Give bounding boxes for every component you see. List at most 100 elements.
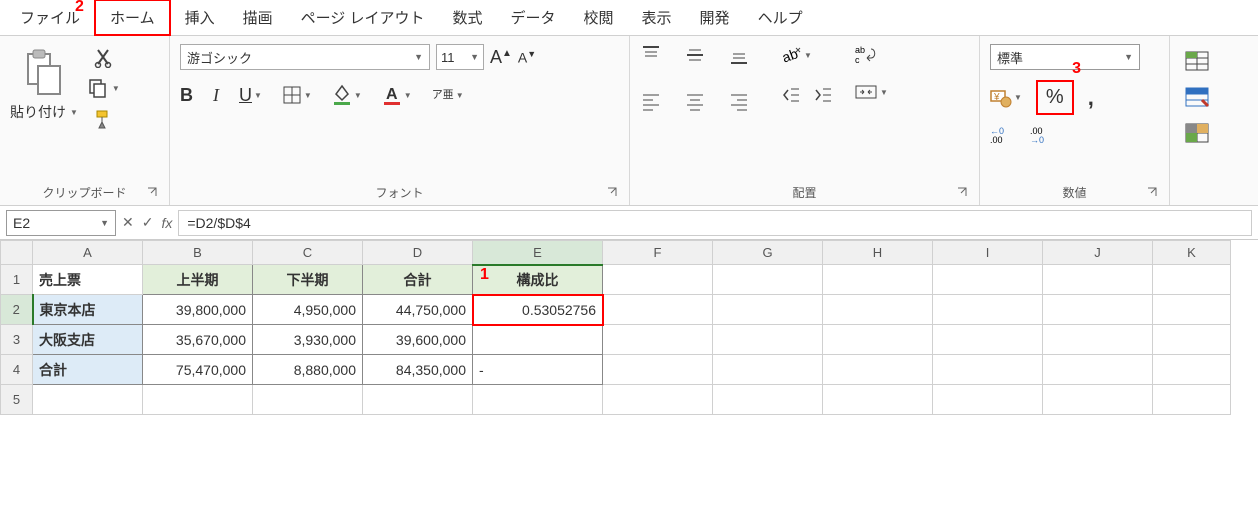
cell[interactable] [603,385,713,415]
cell-A2[interactable]: 東京本店 [33,295,143,325]
number-format-select[interactable]: 標準▼ [990,44,1140,70]
col-header[interactable]: A [33,241,143,265]
font-launcher-icon[interactable] [607,187,619,199]
decrease-decimal-icon[interactable]: .00→0 [1030,125,1056,143]
cell[interactable] [713,295,823,325]
cell-A4[interactable]: 合計 [33,355,143,385]
cell[interactable] [823,265,933,295]
cell-A1[interactable]: 売上票 [33,265,143,295]
copy-icon[interactable] [88,78,108,98]
cell[interactable] [933,325,1043,355]
format-painter-icon[interactable] [93,108,115,130]
cell[interactable] [1043,265,1153,295]
merge-dropdown-icon[interactable]: ▼ [880,88,888,97]
cell[interactable] [1153,325,1231,355]
cell[interactable] [603,295,713,325]
select-all-corner[interactable] [1,241,33,265]
cell-B1[interactable]: 上半期 [143,265,253,295]
tab-help[interactable]: ヘルプ [744,1,817,34]
name-box[interactable]: E2▼ [6,210,116,236]
cell-C1[interactable]: 下半期 [253,265,363,295]
font-color-dropdown-icon[interactable]: ▼ [404,91,412,100]
cell[interactable] [933,355,1043,385]
cell-E2-selected[interactable]: 0.53052756 [473,295,603,325]
align-right-icon[interactable] [728,90,758,126]
merge-center-icon[interactable] [854,82,878,102]
align-center-icon[interactable] [684,90,714,126]
format-as-table-icon[interactable] [1184,86,1216,108]
cell-B2[interactable]: 39,800,000 [143,295,253,325]
cell[interactable] [1043,355,1153,385]
row-header[interactable]: 4 [1,355,33,385]
bold-button[interactable]: B [180,85,193,106]
cell[interactable] [933,265,1043,295]
underline-button[interactable]: U [239,85,252,106]
cell[interactable] [603,325,713,355]
cell-C4[interactable]: 8,880,000 [253,355,363,385]
cell[interactable] [603,355,713,385]
cell-E4[interactable]: - [473,355,603,385]
decrease-indent-icon[interactable] [780,84,802,106]
phonetic-dropdown-icon[interactable]: ▼ [456,91,464,100]
currency-dropdown-icon[interactable]: ▼ [1014,93,1022,102]
cell[interactable] [713,265,823,295]
tab-insert[interactable]: 挿入 [171,1,229,34]
increase-indent-icon[interactable] [812,84,834,106]
cell-E1[interactable]: 構成比 [473,265,603,295]
col-header[interactable]: E [473,241,603,265]
cell-B3[interactable]: 35,670,000 [143,325,253,355]
col-header[interactable]: B [143,241,253,265]
number-launcher-icon[interactable] [1147,187,1159,199]
tab-formulas[interactable]: 数式 [438,1,496,34]
cell[interactable] [33,385,143,415]
cell[interactable] [933,295,1043,325]
cell-C3[interactable]: 3,930,000 [253,325,363,355]
comma-style-button[interactable]: , [1088,85,1094,111]
phonetic-icon[interactable]: ア亜 [432,90,454,101]
alignment-launcher-icon[interactable] [957,187,969,199]
cell[interactable] [473,385,603,415]
conditional-formatting-icon[interactable] [1184,50,1216,72]
col-header[interactable]: D [363,241,473,265]
clipboard-launcher-icon[interactable] [147,187,159,199]
cell[interactable] [823,325,933,355]
cell-D2[interactable]: 44,750,000 [363,295,473,325]
cell[interactable] [1153,265,1231,295]
percent-style-button[interactable]: % [1036,80,1074,115]
fill-dropdown-icon[interactable]: ▼ [354,91,362,100]
tab-draw[interactable]: 描画 [229,1,287,34]
orientation-dropdown-icon[interactable]: ▼ [804,51,812,60]
align-left-icon[interactable] [640,90,670,126]
cell-B4[interactable]: 75,470,000 [143,355,253,385]
cell[interactable] [713,355,823,385]
cell-C2[interactable]: 4,950,000 [253,295,363,325]
cell-A3[interactable]: 大阪支店 [33,325,143,355]
row-header[interactable]: 3 [1,325,33,355]
col-header[interactable]: J [1043,241,1153,265]
row-header[interactable]: 5 [1,385,33,415]
cut-icon[interactable] [94,48,114,68]
align-top-icon[interactable] [640,44,670,80]
col-header[interactable]: C [253,241,363,265]
cell[interactable] [1043,385,1153,415]
borders-icon[interactable] [282,85,302,105]
font-color-icon[interactable]: A [382,84,402,106]
cell-styles-icon[interactable] [1184,122,1216,144]
cell[interactable] [253,385,363,415]
cell[interactable] [713,325,823,355]
fill-color-icon[interactable] [332,84,352,106]
cell-E3[interactable] [473,325,603,355]
tab-review[interactable]: 校閲 [570,1,628,34]
paste-dropdown-icon[interactable]: ▼ [70,108,78,117]
cell[interactable] [823,295,933,325]
col-header[interactable]: F [603,241,713,265]
cell[interactable] [1153,355,1231,385]
col-header[interactable]: G [713,241,823,265]
col-header[interactable]: I [933,241,1043,265]
cell[interactable] [363,385,473,415]
cell[interactable] [1043,295,1153,325]
tab-home[interactable]: ホーム [94,0,171,36]
currency-icon[interactable]: ¥ [990,88,1012,108]
row-header[interactable]: 2 [1,295,33,325]
align-middle-icon[interactable] [684,44,714,80]
